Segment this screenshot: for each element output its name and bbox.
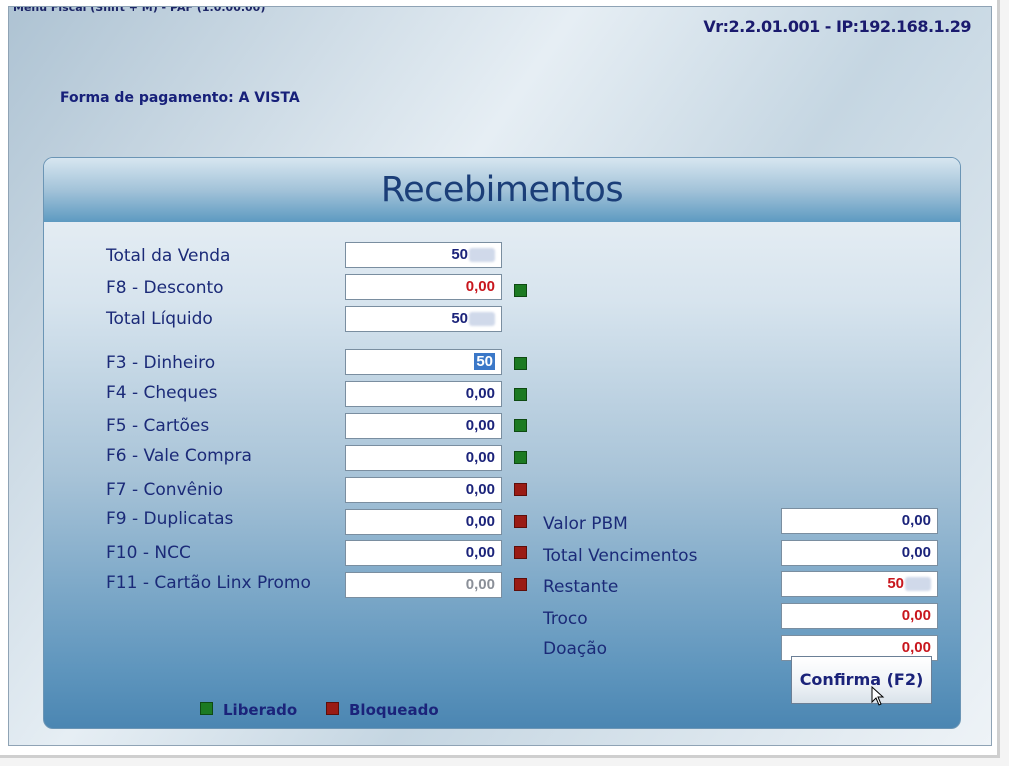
dinheiro-field[interactable]: 50	[345, 349, 502, 375]
ncc-status-indicator	[514, 546, 527, 559]
dinheiro-label: F3 - Dinheiro	[106, 353, 216, 373]
cartao-linx-label: F11 - Cartão Linx Promo	[106, 573, 311, 593]
desconto-status-indicator	[514, 284, 527, 297]
cheques-field[interactable]: 0,00	[345, 381, 502, 407]
total-liquido-label: Total Líquido	[106, 309, 213, 329]
troco-label: Troco	[543, 609, 588, 629]
desconto-label: F8 - Desconto	[106, 278, 224, 298]
total-venda-field: 50	[345, 242, 502, 268]
restante-field: 50	[781, 571, 938, 597]
convenio-field[interactable]: 0,00	[345, 477, 502, 503]
restante-value: 50	[887, 575, 904, 592]
app-window: Menu Fiscal (Shift + M) - PAF (1.0.00.00…	[0, 0, 1000, 758]
troco-field: 0,00	[781, 603, 938, 629]
legend-liberado-swatch	[200, 702, 213, 715]
total-vencimentos-field: 0,00	[781, 540, 938, 566]
cartoes-field[interactable]: 0,00	[345, 413, 502, 439]
total-venda-value: 50	[451, 246, 468, 263]
confirma-button[interactable]: Confirma (F2)	[791, 656, 932, 704]
cartao-linx-status-indicator	[514, 578, 527, 591]
version-ip-label: Vr:2.2.01.001 - IP:192.168.1.29	[703, 17, 971, 36]
panel-title: Recebimentos	[380, 170, 624, 210]
ncc-field[interactable]: 0,00	[345, 540, 502, 566]
total-liquido-field: 50	[345, 306, 502, 332]
cheques-label: F4 - Cheques	[106, 383, 218, 403]
desconto-field[interactable]: 0,00	[345, 274, 502, 300]
valor-pbm-field: 0,00	[781, 508, 938, 534]
legend-bloqueado-label: Bloqueado	[349, 701, 439, 719]
total-venda-label: Total da Venda	[106, 246, 231, 266]
cartao-linx-field: 0,00	[345, 572, 502, 598]
legend-liberado-label: Liberado	[223, 701, 298, 719]
vale-compra-field[interactable]: 0,00	[345, 445, 502, 471]
cartoes-status-indicator	[514, 419, 527, 432]
menu-fiscal-title[interactable]: Menu Fiscal (Shift + M) - PAF (1.0.00.00…	[13, 7, 265, 14]
vale-compra-label: F6 - Vale Compra	[106, 446, 252, 466]
duplicatas-status-indicator	[514, 515, 527, 528]
vale-compra-status-indicator	[514, 451, 527, 464]
dinheiro-selected-value: 50	[474, 353, 495, 370]
convenio-status-indicator	[514, 483, 527, 496]
cheques-status-indicator	[514, 388, 527, 401]
payment-method-label: Forma de pagamento: A VISTA	[60, 90, 300, 106]
duplicatas-field[interactable]: 0,00	[345, 509, 502, 535]
dinheiro-status-indicator	[514, 357, 527, 370]
convenio-label: F7 - Convênio	[106, 480, 223, 500]
cartoes-label: F5 - Cartões	[106, 416, 210, 436]
ncc-label: F10 - NCC	[106, 543, 191, 563]
redacted-mask	[469, 312, 495, 327]
panel-header: Recebimentos	[44, 158, 960, 222]
duplicatas-label: F9 - Duplicatas	[106, 509, 234, 529]
mouse-cursor-icon	[871, 686, 885, 706]
restante-label: Restante	[543, 577, 619, 597]
total-vencimentos-label: Total Vencimentos	[543, 546, 698, 566]
doacao-label: Doação	[543, 639, 608, 659]
legend-bloqueado-swatch	[326, 702, 339, 715]
redacted-mask	[469, 248, 495, 263]
total-liquido-value: 50	[451, 310, 468, 327]
redacted-mask	[905, 577, 931, 592]
valor-pbm-label: Valor PBM	[543, 514, 628, 534]
window-client-area: Menu Fiscal (Shift + M) - PAF (1.0.00.00…	[8, 6, 992, 746]
recebimentos-panel: Recebimentos Total da Venda 50 F8 - Desc…	[43, 157, 961, 729]
